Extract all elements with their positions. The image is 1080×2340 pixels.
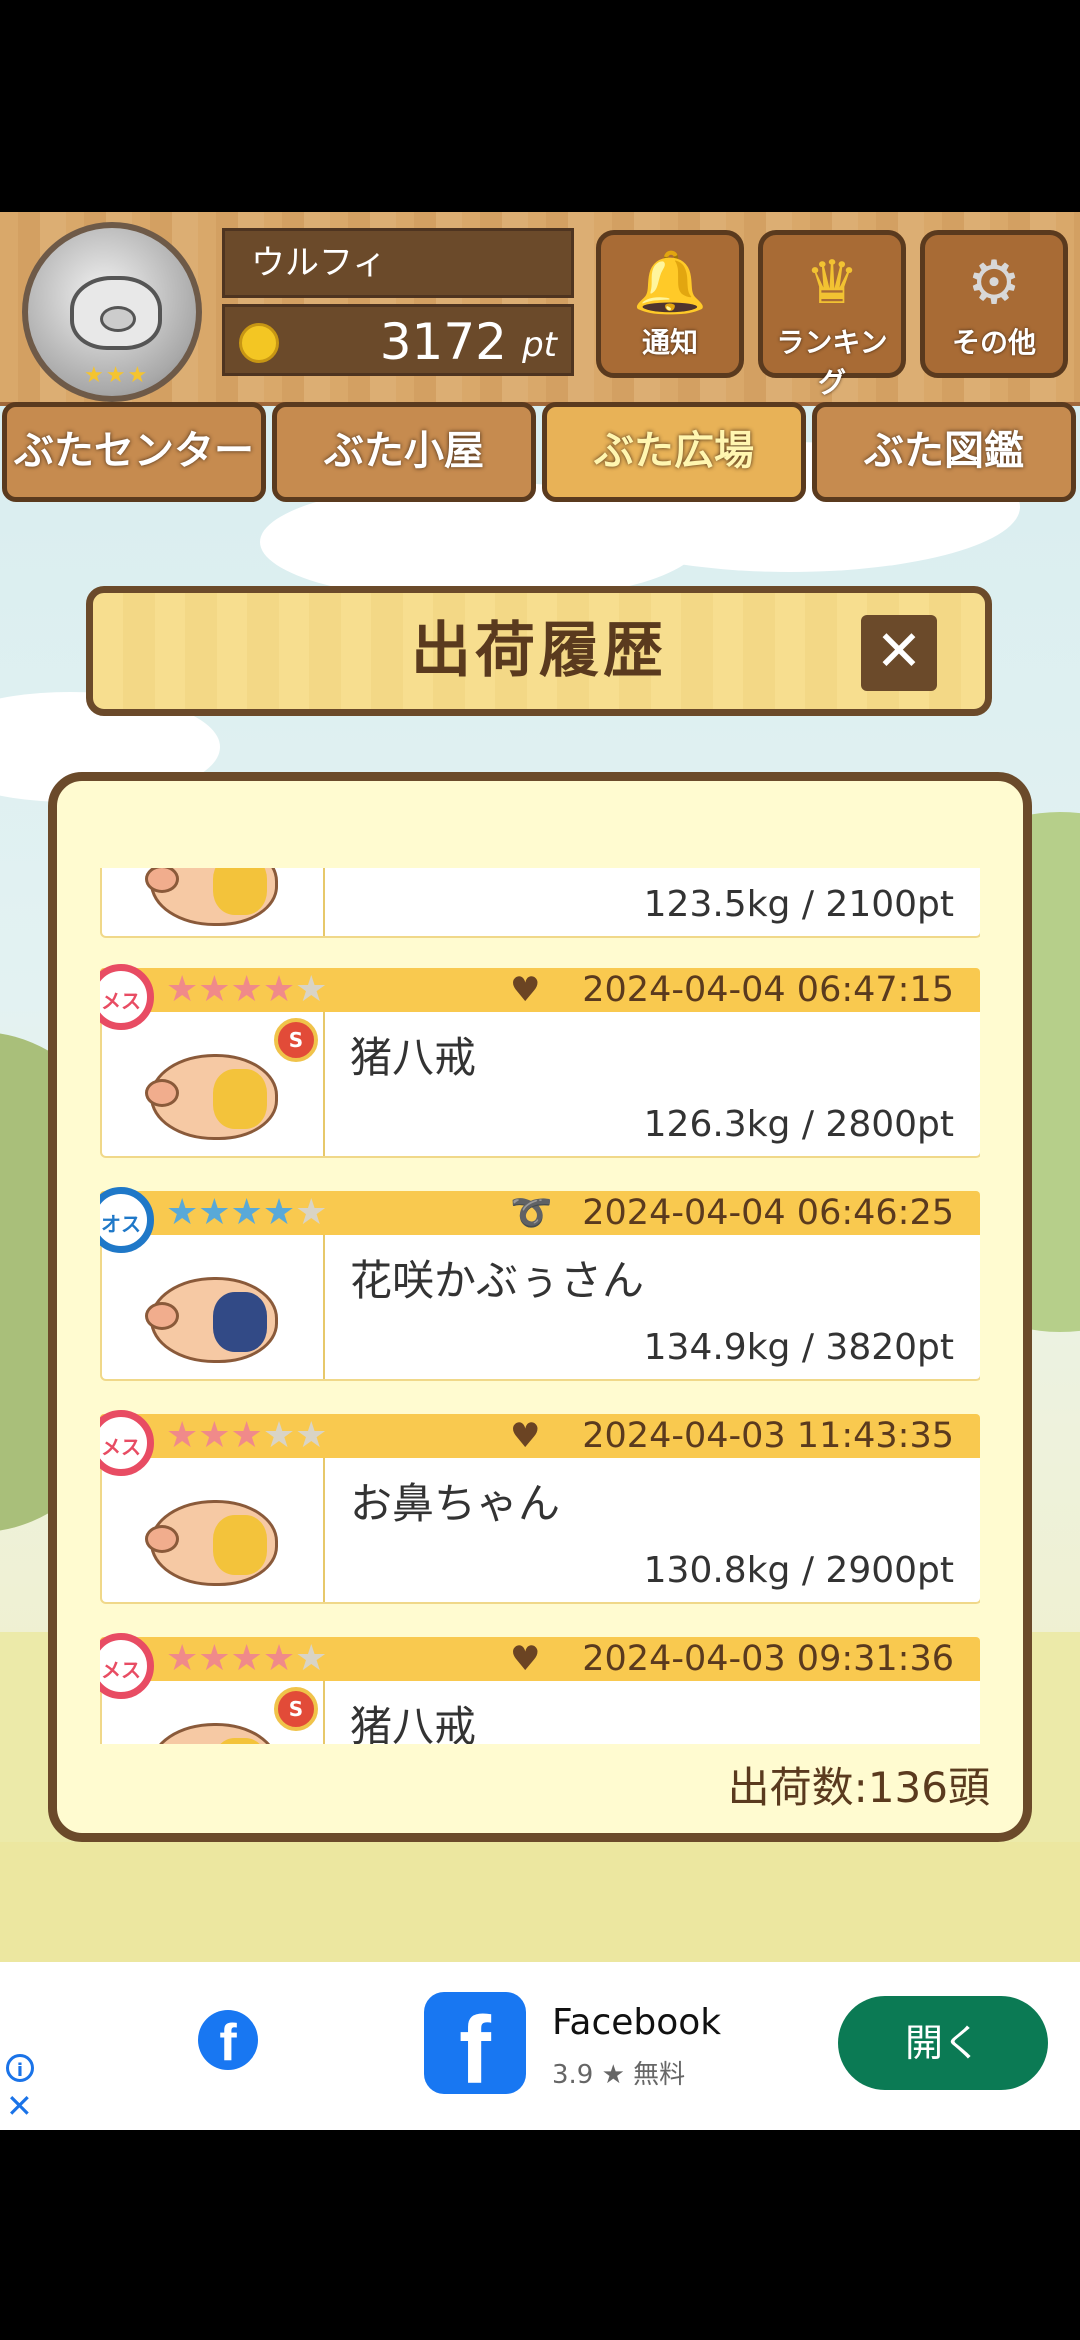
pig-image	[145, 1277, 278, 1363]
facebook-logo-icon: f	[198, 2010, 258, 2072]
points-value: 3172	[379, 313, 507, 371]
award-ribbon-icon: S	[274, 1018, 318, 1062]
ship-date: 2024-04-04 06:47:15	[582, 970, 954, 1010]
weight-points: 130.8kg / 2900pt	[643, 1550, 954, 1591]
ad-title: Facebook	[552, 2002, 722, 2043]
shipment-count: 出荷数:136頭	[727, 1763, 990, 1812]
heart-icon: ♥	[510, 970, 541, 1010]
gear-icon: ⚙	[967, 248, 1021, 318]
ship-date: 2024-04-04 06:46:25	[582, 1193, 954, 1233]
list-item[interactable]: S メス ★★★★★ ♥ 2024-04-03 09:31:36 猪八戒	[100, 1633, 980, 1744]
points-unit: pt	[522, 325, 557, 365]
user-avatar[interactable]: ★★★	[22, 222, 202, 402]
pig-name: 猪八戒	[350, 1702, 477, 1744]
other-label: その他	[951, 326, 1036, 359]
award-ribbon-icon: S	[274, 1687, 318, 1731]
crown-icon: ♛	[805, 248, 859, 318]
notification-button[interactable]: 🔔 通知	[596, 230, 744, 378]
weight-points: 123.5kg / 2100pt	[643, 884, 954, 925]
pig-image	[145, 1054, 278, 1140]
dialog-title: 出荷履歴	[411, 616, 667, 686]
heart-icon: ♥	[510, 1639, 541, 1679]
star-rating: ★★★★★	[166, 1638, 328, 1679]
points-display: 3172 pt	[222, 304, 574, 376]
status-bar	[0, 0, 1080, 212]
pig-image	[145, 1500, 278, 1586]
ad-close-icon[interactable]: ✕	[6, 2090, 33, 2122]
notification-label: 通知	[641, 326, 698, 359]
ad-rating: 3.9 ★ 無料	[552, 2060, 686, 2090]
navigation-bar	[0, 2130, 1080, 2340]
pig-name: お鼻ちゃん	[350, 1479, 561, 1528]
tab-buta-hiroba[interactable]: ぶた広場	[542, 402, 806, 502]
dialog-title-panel: 出荷履歴 ✕	[86, 586, 992, 716]
pig-image	[145, 868, 278, 926]
bell-icon: 🔔	[632, 248, 708, 318]
ranking-label: ランキング	[776, 326, 888, 399]
rank-stars: ★★★	[84, 363, 150, 388]
tab-buta-center[interactable]: ぶたセンター	[2, 402, 266, 502]
close-button[interactable]: ✕	[861, 615, 937, 691]
list-item[interactable]: オス ★★★★★ ➰ 2024-04-04 06:46:25 花咲かぶぅさん 1…	[100, 1187, 980, 1381]
pig-image	[150, 1723, 278, 1744]
heart-icon: ♥	[510, 1416, 541, 1456]
star-rating: ★★★★★	[166, 969, 328, 1010]
list-item[interactable]: 123.5kg / 2100pt	[100, 868, 980, 938]
ship-date: 2024-04-03 09:31:36	[582, 1639, 954, 1679]
other-button[interactable]: ⚙ その他	[920, 230, 1068, 378]
ad-info-icon[interactable]: i	[6, 2054, 34, 2082]
coin-icon	[239, 323, 279, 363]
ship-date: 2024-04-03 11:43:35	[582, 1416, 954, 1456]
weight-points: 126.3kg / 2800pt	[643, 1104, 954, 1145]
list-item[interactable]: メス ★★★★★ ♥ 2024-04-03 11:43:35 お鼻ちゃん 130…	[100, 1410, 980, 1604]
pig-name: 花咲かぶぅさん	[350, 1256, 645, 1305]
star-rating: ★★★★★	[166, 1415, 328, 1456]
open-button[interactable]: 開く	[838, 1996, 1048, 2090]
weight-points: 134.9kg / 3820pt	[643, 1327, 954, 1368]
ad-banner[interactable]: f f Facebook 3.9 ★ 無料 開く i ✕	[0, 1962, 1080, 2130]
ranking-button[interactable]: ♛ ランキング	[758, 230, 906, 399]
tab-buta-zukan[interactable]: ぶた図鑑	[812, 402, 1076, 502]
list-item[interactable]: S メス ★★★★★ ♥ 2024-04-04 06:47:15 猪八戒 126…	[100, 964, 980, 1158]
lasso-icon: ➰	[510, 1193, 553, 1233]
pig-name: 猪八戒	[350, 1033, 477, 1082]
pig-face-icon	[70, 276, 162, 350]
facebook-app-icon: f	[424, 1992, 526, 2104]
tab-buta-koya[interactable]: ぶた小屋	[272, 402, 536, 502]
user-name: ウルフィ	[222, 228, 574, 298]
star-rating: ★★★★★	[166, 1192, 328, 1233]
shipment-list[interactable]: 123.5kg / 2100pt S メス ★★★★★ ♥ 2024-04-04…	[100, 868, 980, 1744]
